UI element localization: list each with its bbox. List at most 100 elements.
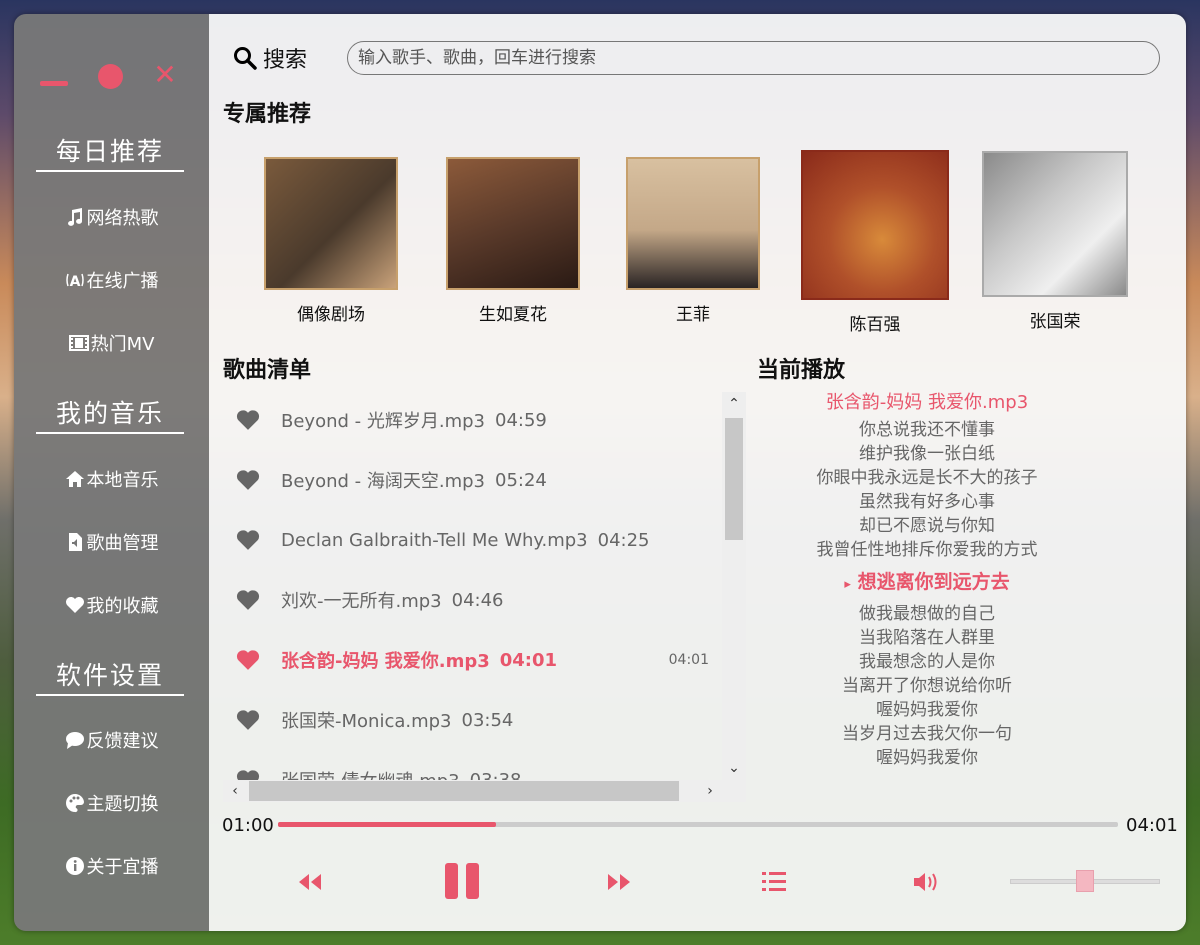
progress-fill bbox=[278, 822, 497, 827]
scroll-up-arrow[interactable]: ⌃ bbox=[722, 392, 746, 416]
svg-text:A: A bbox=[69, 274, 80, 290]
song-duration-right: 04:01 bbox=[668, 652, 709, 668]
album-card[interactable]: 陈百强 bbox=[800, 150, 950, 335]
progress-bar[interactable] bbox=[278, 822, 1118, 827]
sidebar-item-feedback[interactable]: 反馈建议 bbox=[14, 727, 209, 753]
song-row[interactable]: 张国荣-Monica.mp3 03:54 bbox=[223, 705, 723, 735]
rewind-icon[interactable] bbox=[297, 872, 323, 892]
song-duration: 04:59 bbox=[495, 409, 547, 431]
section-title-settings: 软件设置 bbox=[36, 656, 184, 696]
album-name: 王菲 bbox=[676, 305, 710, 325]
album-card[interactable]: 王菲 bbox=[625, 157, 761, 325]
song-duration: 04:25 bbox=[597, 529, 650, 551]
album-card[interactable]: 张国荣 bbox=[981, 151, 1129, 332]
sidebar-item-about[interactable]: 关于宜播 bbox=[14, 853, 209, 879]
search-label: 搜索 bbox=[233, 42, 307, 74]
scroll-thumb[interactable] bbox=[249, 781, 679, 801]
sidebar-item-song-management[interactable]: 歌曲管理 bbox=[14, 529, 209, 555]
song-row[interactable]: 刘欢-一无所有.mp3 04:46 bbox=[223, 585, 723, 615]
main-panel: 搜索 专属推荐 偶像剧场 生如夏花 王菲 陈百强 张国荣 歌曲清单 当前播放 bbox=[209, 14, 1186, 931]
scroll-left-arrow[interactable]: ‹ bbox=[223, 780, 247, 802]
home-icon bbox=[65, 471, 84, 487]
volume-icon[interactable] bbox=[913, 871, 941, 893]
search-input[interactable] bbox=[347, 41, 1160, 75]
lyric-line: 你总说我还不懂事 bbox=[859, 420, 995, 440]
song-row[interactable]: 张国荣-倩女幽魂.mp3 03:38 bbox=[223, 765, 723, 780]
play-marker-icon: ▸ bbox=[844, 577, 851, 592]
song-row[interactable]: Beyond - 光辉岁月.mp3 04:59 bbox=[223, 405, 723, 435]
heart-icon[interactable] bbox=[235, 769, 261, 780]
sidebar-item-label: 在线广播 bbox=[86, 271, 159, 292]
album-card[interactable]: 偶像剧场 bbox=[263, 157, 399, 325]
playlist-heading: 歌曲清单 bbox=[223, 357, 312, 383]
search-icon[interactable] bbox=[233, 46, 257, 70]
album-cover[interactable] bbox=[264, 157, 398, 290]
sidebar-item-label: 热门MV bbox=[90, 334, 155, 355]
broadcast-icon: A bbox=[65, 273, 84, 290]
sidebar-item-online-radio[interactable]: A 在线广播 bbox=[14, 267, 209, 293]
maximize-icon[interactable] bbox=[98, 64, 123, 89]
sidebar-item-label: 网络热歌 bbox=[86, 208, 159, 229]
lyric-line: 我曾任性地排斥你爱我的方式 bbox=[816, 540, 1038, 560]
audio-file-icon bbox=[68, 533, 82, 551]
sidebar-item-label: 歌曲管理 bbox=[86, 533, 159, 554]
lyric-current-line: ▸ 想逃离你到远方去 bbox=[749, 562, 1105, 602]
recommend-heading: 专属推荐 bbox=[223, 101, 312, 127]
lyric-line: 喔妈妈我爱你 bbox=[876, 748, 978, 768]
close-icon[interactable]: ✕ bbox=[152, 61, 178, 89]
window-controls: ✕ bbox=[40, 61, 180, 89]
lyric-line: 我最想念的人是你 bbox=[859, 652, 995, 672]
sidebar-item-label: 反馈建议 bbox=[86, 731, 159, 752]
sidebar-item-hot-songs[interactable]: 网络热歌 bbox=[14, 204, 209, 230]
album-cover[interactable] bbox=[626, 157, 760, 290]
pause-icon[interactable] bbox=[445, 863, 479, 899]
app-window: ✕ 每日推荐 网络热歌 A 在线广播 热门MV 我的音乐 本地音乐 歌曲管理 我… bbox=[14, 14, 1186, 931]
heart-icon[interactable] bbox=[235, 469, 261, 491]
album-cover[interactable] bbox=[801, 150, 949, 300]
sidebar-item-favorites[interactable]: 我的收藏 bbox=[14, 592, 209, 618]
album-cover[interactable] bbox=[982, 151, 1128, 297]
album-card[interactable]: 生如夏花 bbox=[445, 157, 581, 325]
song-title: 张国荣-Monica.mp3 bbox=[281, 711, 452, 732]
song-title: Beyond - 光辉岁月.mp3 bbox=[281, 411, 485, 432]
info-icon bbox=[65, 857, 84, 875]
comment-icon bbox=[65, 732, 84, 749]
minimize-icon[interactable] bbox=[40, 81, 68, 86]
sidebar-item-label: 我的收藏 bbox=[86, 596, 159, 617]
sidebar-item-hot-mv[interactable]: 热门MV bbox=[14, 330, 209, 356]
album-cover[interactable] bbox=[446, 157, 580, 290]
sidebar-item-label: 主题切换 bbox=[86, 794, 159, 815]
song-title: 张国荣-倩女幽魂.mp3 bbox=[281, 767, 460, 780]
lyrics-panel: 张含韵-妈妈 我爱你.mp3 你总说我还不懂事 维护我像一张白纸 你眼中我永远是… bbox=[749, 388, 1105, 770]
horizontal-scrollbar[interactable]: ‹ › bbox=[223, 780, 746, 802]
heart-icon bbox=[65, 597, 84, 613]
song-title: 张含韵-妈妈 我爱你.mp3 bbox=[281, 651, 490, 672]
section-title-my-music: 我的音乐 bbox=[36, 394, 184, 434]
lyric-current-text: 想逃离你到远方去 bbox=[857, 571, 1010, 593]
song-title: 刘欢-一无所有.mp3 bbox=[281, 591, 442, 612]
song-list: Beyond - 光辉岁月.mp3 04:59 Beyond - 海阔天空.mp… bbox=[223, 392, 723, 780]
heart-icon[interactable] bbox=[235, 409, 261, 431]
song-row[interactable]: Declan Galbraith-Tell Me Why.mp3 04:25 bbox=[223, 525, 723, 555]
sidebar-item-theme[interactable]: 主题切换 bbox=[14, 790, 209, 816]
sidebar: ✕ 每日推荐 网络热歌 A 在线广播 热门MV 我的音乐 本地音乐 歌曲管理 我… bbox=[14, 14, 209, 931]
heart-icon[interactable] bbox=[235, 589, 261, 611]
sidebar-item-local-music[interactable]: 本地音乐 bbox=[14, 466, 209, 492]
playlist-icon[interactable] bbox=[762, 871, 786, 893]
heart-icon[interactable] bbox=[235, 649, 261, 671]
now-playing-heading: 当前播放 bbox=[757, 357, 846, 383]
song-row[interactable]: Beyond - 海阔天空.mp3 05:24 bbox=[223, 465, 723, 495]
scroll-thumb[interactable] bbox=[725, 418, 743, 540]
heart-icon[interactable] bbox=[235, 709, 261, 731]
lyric-line: 维护我像一张白纸 bbox=[859, 444, 995, 464]
fast-forward-icon[interactable] bbox=[606, 872, 632, 892]
heart-icon[interactable] bbox=[235, 529, 261, 551]
total-time: 04:01 bbox=[1126, 815, 1178, 836]
song-title: Beyond - 海阔天空.mp3 bbox=[281, 471, 485, 492]
volume-slider-thumb[interactable] bbox=[1076, 870, 1094, 892]
scroll-down-arrow[interactable]: ⌄ bbox=[722, 756, 746, 780]
vertical-scrollbar[interactable]: ⌃ ⌄ bbox=[722, 392, 746, 780]
scroll-right-arrow[interactable]: › bbox=[698, 780, 722, 802]
film-icon bbox=[68, 335, 89, 351]
song-row-active[interactable]: 张含韵-妈妈 我爱你.mp3 04:01 04:01 bbox=[223, 645, 723, 675]
